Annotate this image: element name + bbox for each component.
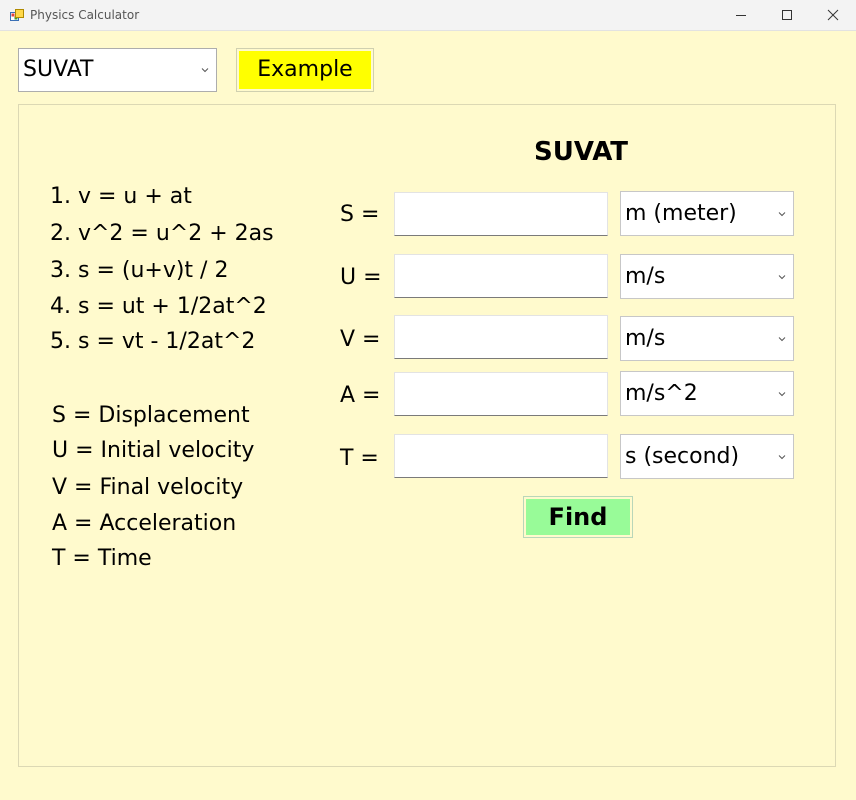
t-unit-value: s (second) xyxy=(625,444,740,469)
a-input[interactable] xyxy=(394,372,608,416)
legend-line: T = Time xyxy=(52,546,152,571)
chevron-down-icon xyxy=(778,391,786,396)
legend-line: S = Displacement xyxy=(52,403,250,428)
minimize-button[interactable] xyxy=(718,0,764,30)
equation-line: 1. v = u + at xyxy=(50,184,192,209)
s-unit-value: m (meter) xyxy=(625,201,737,226)
equation-line: 5. s = vt - 1/2at^2 xyxy=(50,329,256,354)
a-unit-select[interactable]: m/s^2 xyxy=(620,371,794,416)
chevron-down-icon xyxy=(201,68,209,73)
v-unit-value: m/s xyxy=(625,326,666,351)
u-label: U = xyxy=(340,265,382,290)
mode-select[interactable]: SUVAT xyxy=(18,48,217,92)
maximize-icon xyxy=(782,10,792,20)
chevron-down-icon xyxy=(778,336,786,341)
close-button[interactable] xyxy=(810,0,856,30)
s-input[interactable] xyxy=(394,192,608,236)
a-label: A = xyxy=(340,383,381,408)
s-unit-select[interactable]: m (meter) xyxy=(620,191,794,236)
chevron-down-icon xyxy=(778,211,786,216)
example-button[interactable]: Example xyxy=(236,48,374,92)
title-bar: Physics Calculator xyxy=(0,0,856,31)
maximize-button[interactable] xyxy=(764,0,810,30)
find-button-label: Find xyxy=(526,499,630,535)
u-unit-value: m/s xyxy=(625,264,666,289)
u-input[interactable] xyxy=(394,254,608,298)
minimize-icon xyxy=(736,15,746,16)
chevron-down-icon xyxy=(778,274,786,279)
a-unit-value: m/s^2 xyxy=(625,381,698,406)
s-label: S = xyxy=(340,202,380,227)
legend-line: V = Final velocity xyxy=(52,475,244,500)
app-icon xyxy=(10,8,24,22)
v-label: V = xyxy=(340,327,381,352)
close-icon xyxy=(827,9,839,21)
find-button[interactable]: Find xyxy=(523,496,633,538)
t-unit-select[interactable]: s (second) xyxy=(620,434,794,479)
legend-line: A = Acceleration xyxy=(52,511,237,536)
equation-line: 4. s = ut + 1/2at^2 xyxy=(50,294,267,319)
chevron-down-icon xyxy=(778,454,786,459)
legend-line: U = Initial velocity xyxy=(52,438,255,463)
v-unit-select[interactable]: m/s xyxy=(620,316,794,361)
t-input[interactable] xyxy=(394,434,608,478)
mode-select-value: SUVAT xyxy=(23,57,94,82)
t-label: T = xyxy=(340,446,379,471)
equation-line: 3. s = (u+v)t / 2 xyxy=(50,258,229,283)
u-unit-select[interactable]: m/s xyxy=(620,254,794,299)
example-button-label: Example xyxy=(239,51,371,89)
form-heading: SUVAT xyxy=(534,137,629,167)
v-input[interactable] xyxy=(394,315,608,359)
window-title: Physics Calculator xyxy=(30,8,140,22)
equation-line: 2. v^2 = u^2 + 2as xyxy=(50,221,274,246)
